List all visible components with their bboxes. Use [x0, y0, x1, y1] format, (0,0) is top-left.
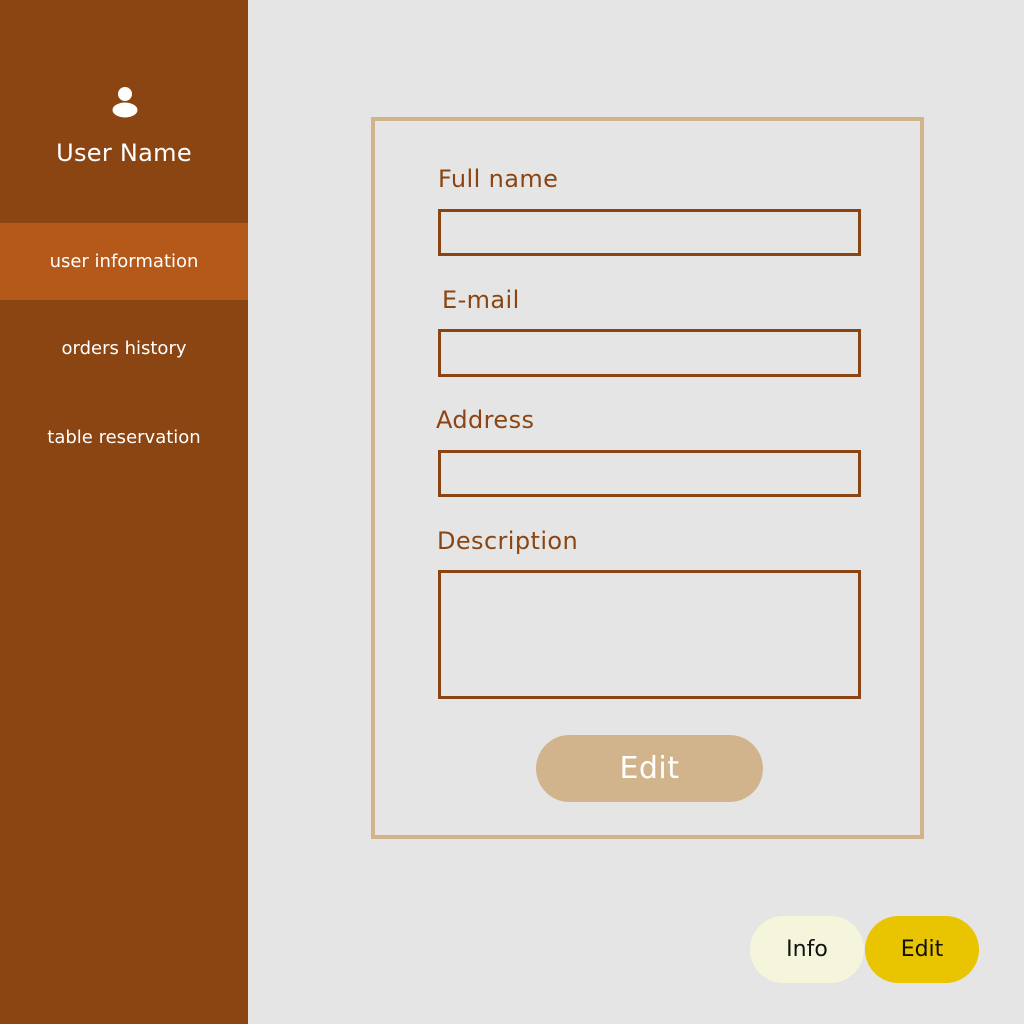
- sidebar: User Name user information orders histor…: [0, 0, 248, 1024]
- description-label: Description: [437, 527, 579, 555]
- address-label: Address: [436, 406, 535, 434]
- full-name-field[interactable]: [438, 209, 861, 256]
- user-icon: [112, 87, 138, 118]
- sidebar-item-label: table reservation: [47, 427, 201, 448]
- info-button[interactable]: Info: [750, 916, 864, 983]
- edit-button[interactable]: Edit: [536, 735, 763, 802]
- sidebar-item-user-information[interactable]: user information: [0, 223, 248, 300]
- description-field[interactable]: [438, 570, 861, 699]
- full-name-label: Full name: [438, 165, 559, 193]
- sidebar-item-label: orders history: [61, 338, 187, 359]
- sidebar-item-orders-history[interactable]: orders history: [0, 310, 248, 387]
- address-field[interactable]: [438, 450, 861, 497]
- email-label: E-mail: [442, 286, 520, 314]
- user-name: User Name: [56, 139, 192, 167]
- edit-pill-button[interactable]: Edit: [865, 916, 979, 983]
- app-root: User Name user information orders histor…: [0, 0, 1024, 1024]
- sidebar-item-table-reservation[interactable]: table reservation: [0, 399, 248, 476]
- sidebar-item-label: user information: [49, 251, 199, 272]
- email-field[interactable]: [438, 329, 861, 377]
